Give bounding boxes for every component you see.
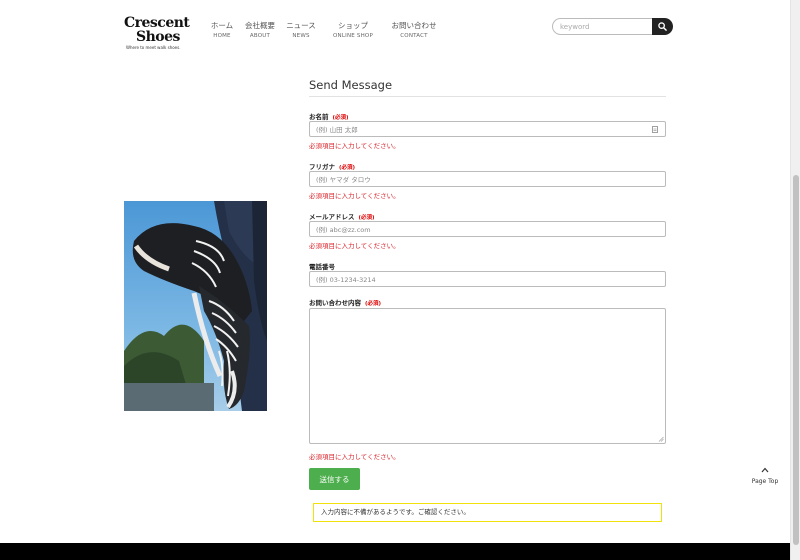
logo-line2: Shoes bbox=[136, 29, 180, 45]
nav-item-shop[interactable]: ショップ ONLINE SHOP bbox=[325, 21, 381, 41]
required-badge: (必須) bbox=[365, 301, 382, 307]
name-label-text: お名前 bbox=[309, 113, 329, 121]
scrollbar-thumb[interactable] bbox=[793, 175, 799, 545]
kana-label-text: フリガナ bbox=[309, 163, 335, 171]
nav-item-home[interactable]: ホーム HOME bbox=[205, 21, 239, 41]
kana-error: 必須項目に入力してください。 bbox=[309, 192, 400, 200]
id-card-icon[interactable] bbox=[652, 126, 658, 133]
message-error: 必須項目に入力してください。 bbox=[309, 453, 400, 461]
phone-field[interactable]: (例) 03-1234-3214 bbox=[309, 271, 666, 287]
contact-form: Send Message お名前 (必須) (例) 山田 太郎 必須項目に入力して… bbox=[309, 78, 666, 522]
nav-item-jp-label: ショップ bbox=[338, 21, 368, 30]
email-error: 必須項目に入力してください。 bbox=[309, 242, 400, 250]
sneakers-photo bbox=[124, 201, 267, 411]
logo-line1: Crescent bbox=[124, 15, 190, 31]
logo-tagline: Where to meet walk shoes. bbox=[126, 45, 181, 50]
site-footer bbox=[0, 543, 790, 560]
name-label: お名前 (必須) bbox=[309, 111, 349, 121]
nav-item-en-label: ABOUT bbox=[249, 33, 271, 39]
name-placeholder: (例) 山田 太郎 bbox=[316, 126, 358, 134]
kana-label: フリガナ (必須) bbox=[309, 161, 355, 171]
validation-notice: 入力内容に不備があるようです。ご確認ください。 bbox=[313, 503, 662, 522]
site-header: Crescent Shoes Where to meet walk shoes.… bbox=[0, 0, 790, 60]
main-nav: ホーム HOME 会社概要 ABOUT ニュース NEWS ショップ ONLIN… bbox=[205, 21, 441, 41]
nav-item-jp-label: ニュース bbox=[286, 21, 316, 30]
nav-item-en-label: HOME bbox=[213, 33, 231, 39]
message-textarea[interactable] bbox=[309, 308, 666, 444]
resize-grip-icon[interactable] bbox=[658, 436, 664, 442]
name-error: 必須項目に入力してください。 bbox=[309, 142, 400, 150]
nav-item-en-label: ONLINE SHOP bbox=[333, 33, 373, 39]
chevron-up-icon bbox=[761, 467, 769, 473]
page-top-button[interactable]: Page Top bbox=[748, 458, 782, 485]
nav-item-jp-label: ホーム bbox=[210, 21, 234, 30]
search-icon bbox=[658, 22, 667, 31]
email-field[interactable]: (例) abc@zz.com bbox=[309, 221, 666, 237]
message-label: お問い合わせ内容 (必須) bbox=[309, 297, 381, 307]
kana-field[interactable]: (例) ヤマダ タロウ bbox=[309, 171, 666, 187]
search-button[interactable] bbox=[652, 18, 673, 35]
kana-placeholder: (例) ヤマダ タロウ bbox=[316, 176, 371, 184]
nav-item-jp-label: お問い合わせ bbox=[391, 21, 437, 30]
page-top-label: Page Top bbox=[751, 478, 779, 485]
vertical-scrollbar[interactable] bbox=[790, 0, 800, 560]
site-logo[interactable]: Crescent Shoes Where to meet walk shoes. bbox=[122, 14, 190, 54]
nav-item-contact[interactable]: お問い合わせ CONTACT bbox=[387, 21, 441, 41]
phone-label-text: 電話番号 bbox=[309, 263, 335, 271]
nav-item-news[interactable]: ニュース NEWS bbox=[281, 21, 321, 41]
nav-item-en-label: NEWS bbox=[292, 33, 310, 39]
nav-item-en-label: CONTACT bbox=[400, 33, 428, 39]
phone-placeholder: (例) 03-1234-3214 bbox=[316, 276, 376, 284]
email-placeholder: (例) abc@zz.com bbox=[316, 226, 371, 234]
message-label-text: お問い合わせ内容 bbox=[309, 299, 361, 307]
email-label: メールアドレス (必須) bbox=[309, 211, 375, 221]
search-input[interactable] bbox=[552, 18, 652, 35]
submit-button[interactable]: 送信する bbox=[309, 468, 360, 490]
name-field[interactable]: (例) 山田 太郎 bbox=[309, 121, 666, 137]
form-title: Send Message bbox=[309, 78, 666, 97]
email-label-text: メールアドレス bbox=[309, 213, 355, 221]
phone-label: 電話番号 bbox=[309, 261, 335, 271]
nav-item-jp-label: 会社概要 bbox=[245, 21, 275, 30]
nav-item-about[interactable]: 会社概要 ABOUT bbox=[239, 21, 281, 41]
search-bar bbox=[552, 18, 673, 35]
